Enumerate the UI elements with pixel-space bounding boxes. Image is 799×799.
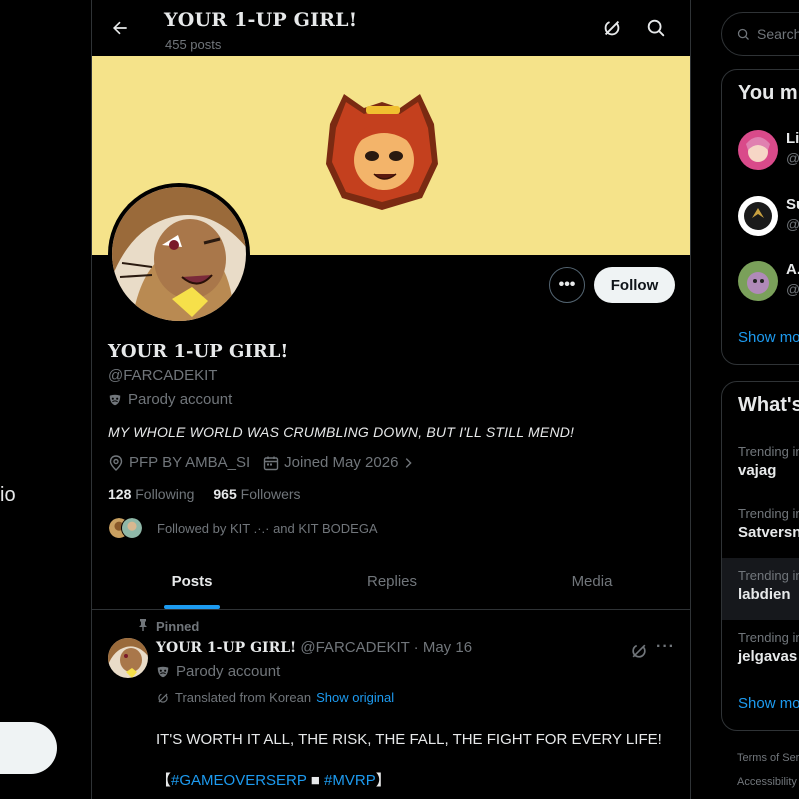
profile-tabs: Posts Replies Media: [92, 553, 690, 610]
trend-label: Trending in: [738, 506, 799, 521]
show-more-link[interactable]: Show mo: [738, 329, 799, 346]
tag-separator: ■: [306, 772, 325, 789]
post-parody-badge: Parody account: [156, 663, 280, 680]
profile-handle: @FARCADEKIT: [108, 367, 218, 384]
trend-item[interactable]: Trending in labdien: [722, 558, 799, 620]
header-title: YOUR 1-UP GIRL!: [164, 9, 358, 31]
followers-label: Followers: [240, 486, 301, 502]
header-post-count: 455 posts: [165, 37, 222, 52]
footer-terms-link[interactable]: Terms of Ser: [737, 752, 799, 764]
trend-title: Satversn: [738, 524, 799, 541]
translation-notice: Translated from Korean Show original: [156, 690, 394, 705]
trend-title: labdien: [738, 586, 791, 603]
post-author-meta[interactable]: @FARCADEKIT · May 16: [300, 639, 472, 656]
search-icon[interactable]: [645, 17, 669, 41]
chevron-right-icon[interactable]: [401, 456, 415, 470]
hashtag-link[interactable]: #GAMEOVERSERP: [171, 772, 307, 789]
follow-button[interactable]: Follow: [594, 267, 675, 303]
pin-icon: [139, 619, 147, 631]
hashtag-link[interactable]: #MVRP: [324, 772, 376, 789]
post-header: YOUR 1-UP GIRL! @FARCADEKIT · May 16: [156, 639, 472, 656]
followed-by-row[interactable]: Followed by KIT .·.· and KIT BODEGA: [108, 517, 378, 539]
suggestion-item[interactable]: Li @: [738, 130, 799, 170]
search-placeholder: Search: [757, 26, 799, 42]
following-count: 128: [108, 486, 132, 502]
suggestion-handle: @: [786, 150, 799, 166]
post-hashtags: 【#GAMEOVERSERP ■ #MVRP】: [156, 769, 391, 790]
search-input[interactable]: Search: [721, 12, 799, 56]
suggestion-name: Su: [786, 196, 799, 213]
post-more-icon[interactable]: ···: [656, 638, 675, 656]
suggestion-name: A.: [786, 261, 799, 278]
profile-location: PFP BY AMBA_SI: [129, 454, 251, 471]
location-pin-icon: [109, 454, 123, 471]
following-label: Following: [135, 486, 195, 502]
post-parody-label: Parody account: [176, 663, 281, 680]
page: io YOUR 1-UP GIRL! 455 posts ••• Follow …: [0, 0, 799, 799]
profile-stats: 128 Following 965 Followers: [108, 486, 301, 502]
profile-header-bar: YOUR 1-UP GIRL! 455 posts: [92, 0, 690, 56]
who-to-follow-title: You m: [738, 82, 798, 104]
pinned-post[interactable]: Pinned YOUR 1-UP GIRL! @FARCADEKIT · May…: [92, 610, 690, 799]
suggestion-avatar: [738, 130, 778, 170]
profile-column: YOUR 1-UP GIRL! 455 posts ••• Follow YOU…: [91, 0, 691, 799]
trend-label: Trending in: [738, 444, 799, 459]
suggestion-item[interactable]: Su @: [738, 196, 799, 236]
trend-label: Trending in: [738, 630, 799, 645]
trends-card: What's Trending in vajag Trending in Sat…: [721, 381, 799, 731]
profile-meta: PFP BY AMBA_SI Joined May 2026: [108, 454, 415, 471]
who-to-follow-card: You m Li @ Su @ A. @ Show mo: [721, 69, 799, 365]
suggestion-handle: @: [786, 216, 799, 232]
suggestion-avatar: [738, 261, 778, 301]
suggestion-avatar: [738, 196, 778, 236]
parody-label: Parody account: [128, 391, 233, 408]
trend-item[interactable]: Trending in vajag: [722, 434, 799, 496]
footer-accessibility-link[interactable]: Accessibility: [737, 776, 797, 788]
trend-item[interactable]: Trending in jelgavas: [722, 620, 799, 682]
trends-title: What's: [738, 394, 799, 416]
theater-mask-icon: [109, 394, 121, 405]
tab-replies[interactable]: Replies: [292, 553, 492, 609]
followers-count: 965: [213, 486, 237, 502]
post-text: IT'S WORTH IT ALL, THE RISK, THE FALL, T…: [156, 731, 662, 748]
left-nav-partial-label[interactable]: io: [0, 484, 16, 507]
theater-mask-icon: [157, 666, 169, 677]
profile-bio: MY WHOLE WORLD WAS CRUMBLING DOWN, BUT I…: [108, 424, 575, 440]
post-author-avatar[interactable]: [108, 638, 148, 678]
followed-by-text: Followed by KIT .·.· and KIT BODEGA: [157, 520, 378, 536]
pinned-label: Pinned: [156, 619, 200, 634]
tab-media[interactable]: Media: [492, 553, 690, 609]
profile-avatar[interactable]: [108, 183, 250, 325]
grok-icon: [158, 692, 168, 703]
suggestion-item[interactable]: A. @: [738, 261, 799, 301]
back-arrow-icon[interactable]: [106, 14, 134, 42]
calendar-icon: [263, 456, 279, 470]
trend-title: jelgavas: [738, 648, 798, 665]
show-more-link[interactable]: Show mo: [738, 695, 799, 712]
profile-name: YOUR 1-UP GIRL!: [108, 341, 289, 362]
show-original-link[interactable]: Show original: [316, 690, 394, 705]
tab-posts[interactable]: Posts: [92, 553, 292, 609]
followers-link[interactable]: 965 Followers: [213, 486, 300, 502]
following-link[interactable]: 128 Following: [108, 486, 194, 502]
profile-joined: Joined May 2026: [284, 454, 399, 471]
post-compose-button[interactable]: [0, 722, 57, 774]
bracket-open: 【: [156, 772, 172, 789]
trend-title: vajag: [738, 462, 777, 479]
follower-avatar: [121, 517, 143, 539]
grok-icon[interactable]: [601, 17, 625, 41]
parody-badge[interactable]: Parody account: [108, 391, 232, 408]
trend-item[interactable]: Trending in Satversn: [722, 496, 799, 558]
translated-label: Translated from Korean: [175, 690, 312, 705]
suggestion-handle: @: [786, 281, 799, 297]
trend-label: Trending in: [738, 568, 799, 583]
bracket-close: 】: [375, 772, 391, 789]
grok-icon[interactable]: [629, 641, 649, 661]
suggestion-name: Li: [786, 130, 799, 147]
post-author-name[interactable]: YOUR 1-UP GIRL!: [156, 640, 296, 656]
more-options-button[interactable]: •••: [549, 267, 585, 303]
search-icon: [737, 28, 749, 40]
